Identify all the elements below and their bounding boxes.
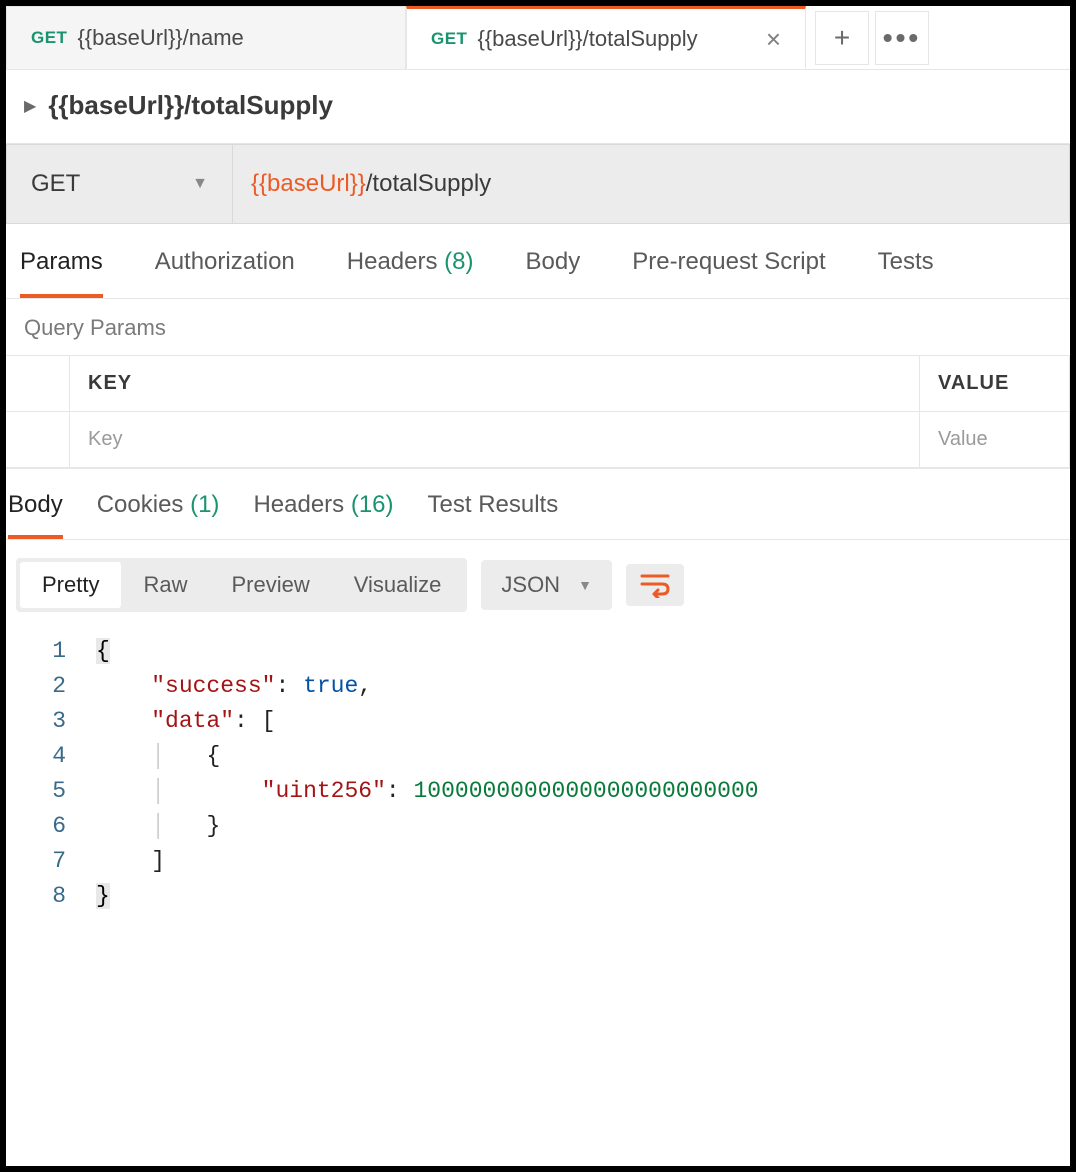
response-body[interactable]: 1{ 2 "success": true, 3 "data": [ 4 │ { …	[6, 630, 1070, 944]
resp-tab-body[interactable]: Body	[8, 491, 63, 539]
code-line: "data": [	[96, 704, 275, 739]
code-line: ]	[96, 844, 165, 879]
resp-tab-cookies-label: Cookies	[97, 491, 184, 518]
tab-headers[interactable]: Headers (8)	[347, 248, 474, 298]
line-number: 3	[6, 704, 96, 739]
request-tabs: Params Authorization Headers (8) Body Pr…	[6, 224, 1070, 299]
code-line: "success": true,	[96, 669, 372, 704]
chevron-down-icon: ▼	[578, 577, 592, 593]
tab-label: {{baseUrl}}/name	[77, 25, 243, 51]
view-pretty[interactable]: Pretty	[20, 562, 121, 608]
request-title-row: ▶ {{baseUrl}}/totalSupply	[6, 70, 1070, 144]
query-params-table: KEY VALUE Key Value	[6, 355, 1070, 469]
line-number: 4	[6, 739, 96, 774]
view-raw[interactable]: Raw	[121, 562, 209, 608]
wrap-lines-button[interactable]	[626, 564, 684, 606]
response-language-select[interactable]: JSON ▼	[481, 560, 612, 610]
query-params-label: Query Params	[6, 299, 1070, 355]
chevron-down-icon: ▼	[192, 175, 208, 193]
view-visualize[interactable]: Visualize	[332, 562, 464, 608]
tab-totalsupply[interactable]: GET {{baseUrl}}/totalSupply ×	[406, 6, 806, 69]
language-value: JSON	[501, 572, 560, 598]
tab-name[interactable]: GET {{baseUrl}}/name	[6, 6, 406, 69]
http-method-badge: GET	[31, 28, 67, 48]
tab-tests[interactable]: Tests	[878, 248, 934, 298]
expand-caret-icon[interactable]: ▶	[24, 96, 36, 116]
line-number: 1	[6, 634, 96, 669]
code-line: {	[96, 634, 110, 669]
tab-authorization[interactable]: Authorization	[155, 248, 295, 298]
plus-icon: +	[834, 22, 850, 54]
url-path: /totalSupply	[366, 170, 491, 198]
line-number: 7	[6, 844, 96, 879]
tab-strip: GET {{baseUrl}}/name GET {{baseUrl}}/tot…	[6, 6, 1070, 70]
code-line: │ }	[96, 809, 220, 844]
response-view-toolbar: Pretty Raw Preview Visualize JSON ▼	[6, 540, 1070, 630]
tab-label: {{baseUrl}}/totalSupply	[477, 26, 697, 52]
key-column-header: KEY	[70, 356, 920, 412]
tab-headers-label: Headers	[347, 248, 438, 275]
headers-count: (8)	[444, 248, 473, 275]
value-column-header: VALUE	[920, 356, 1070, 412]
http-method-badge: GET	[431, 29, 467, 49]
url-input[interactable]: {{baseUrl}}/totalSupply	[233, 145, 1069, 223]
row-checkbox[interactable]	[6, 412, 70, 468]
tab-options-button[interactable]: •••	[875, 11, 929, 65]
wrap-icon	[640, 572, 670, 598]
resp-tab-testresults[interactable]: Test Results	[428, 491, 559, 539]
table-row: Key Value	[6, 412, 1070, 468]
view-preview[interactable]: Preview	[209, 562, 331, 608]
new-tab-button[interactable]: +	[815, 11, 869, 65]
value-input[interactable]: Value	[920, 412, 1070, 468]
response-tabs: Body Cookies (1) Headers (16) Test Resul…	[6, 469, 1070, 540]
url-variable: {{baseUrl}}	[251, 170, 366, 198]
request-bar: GET ▼ {{baseUrl}}/totalSupply	[6, 144, 1070, 224]
checkbox-column-header	[6, 356, 70, 412]
close-icon[interactable]: ×	[766, 26, 781, 52]
tab-params[interactable]: Params	[20, 248, 103, 298]
method-select-value: GET	[31, 170, 80, 198]
ellipsis-icon: •••	[883, 22, 921, 54]
method-select[interactable]: GET ▼	[7, 145, 233, 223]
line-number: 6	[6, 809, 96, 844]
tab-body[interactable]: Body	[526, 248, 581, 298]
cookies-count: (1)	[190, 491, 219, 518]
code-line: │ "uint256": 1000000000000000000000000	[96, 774, 759, 809]
table-header-row: KEY VALUE	[6, 356, 1070, 412]
line-number: 2	[6, 669, 96, 704]
resp-tab-cookies[interactable]: Cookies (1)	[97, 491, 220, 539]
resp-tab-headers[interactable]: Headers (16)	[253, 491, 393, 539]
resp-tab-headers-label: Headers	[253, 491, 344, 518]
resp-headers-count: (16)	[351, 491, 394, 518]
tab-actions: + •••	[812, 6, 932, 69]
request-title: {{baseUrl}}/totalSupply	[48, 90, 333, 121]
tab-prerequest[interactable]: Pre-request Script	[632, 248, 825, 298]
code-line: │ {	[96, 739, 220, 774]
line-number: 5	[6, 774, 96, 809]
key-input[interactable]: Key	[70, 412, 920, 468]
code-line: }	[96, 879, 110, 914]
view-mode-segment: Pretty Raw Preview Visualize	[16, 558, 467, 612]
line-number: 8	[6, 879, 96, 914]
